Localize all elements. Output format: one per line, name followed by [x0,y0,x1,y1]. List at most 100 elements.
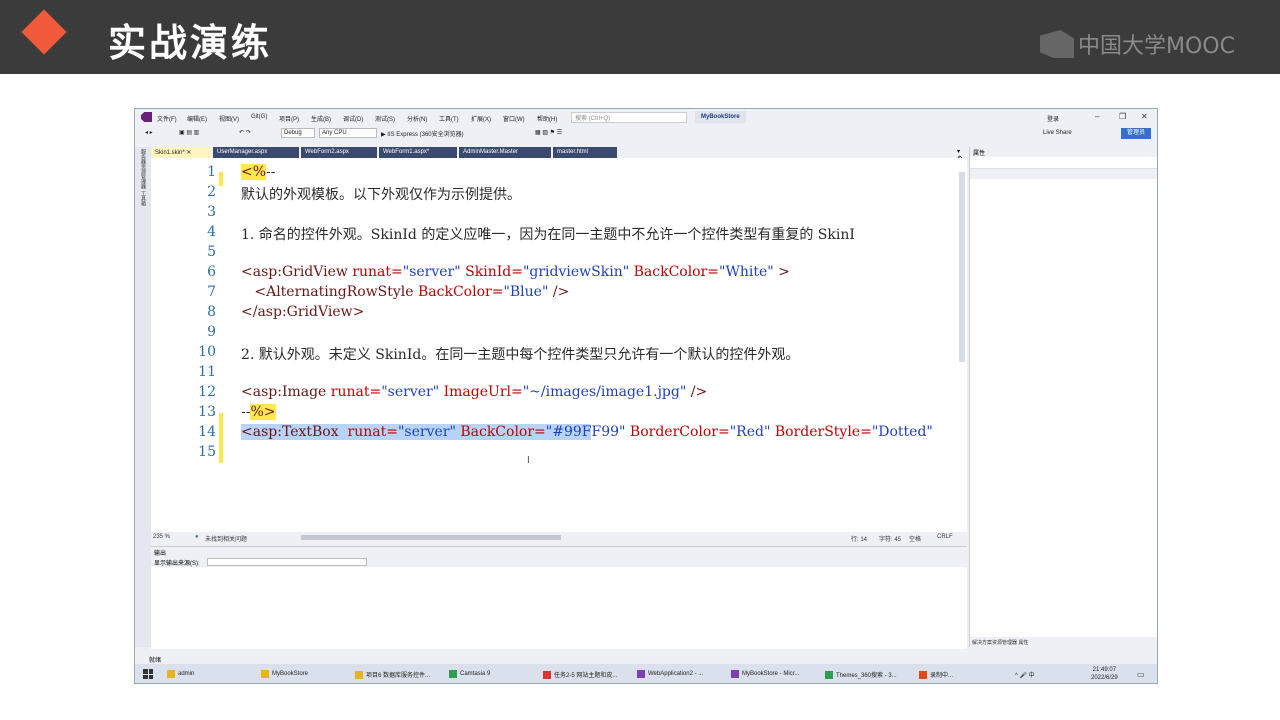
platform-select[interactable]: Any CPU [319,128,377,138]
nav-back-icon[interactable]: ◂ ▸ [145,129,153,136]
code-line[interactable]: 默认的外观模板。以下外观仅作为示例提供。 [241,184,521,204]
vs-logo-icon[interactable] [141,112,152,122]
code-token: /> [552,284,570,300]
code-line[interactable]: <asp:Image runat="server" ImageUrl="~/im… [241,384,707,400]
output-panel: 输出 显示输出来源(S): [151,546,967,649]
tab-usermanager[interactable]: UserManager.aspx [213,147,299,158]
taskbar-item[interactable]: MyBookStore [261,670,308,678]
tab-label: Skin1.skin* [155,150,185,156]
code-token: "gridviewSkin" [522,264,634,280]
menu-build[interactable]: 生成(B) [311,114,331,123]
menu-tools[interactable]: 工具(T) [439,114,459,123]
taskbar-item[interactable]: admin [167,670,194,678]
minimize-icon[interactable]: – [1095,112,1099,121]
menu-bar: 文件(F) 编辑(E) 视图(V) Git(G) 项目(P) 生成(B) 调试(… [135,109,1157,125]
issues-status[interactable]: 未找到相关问题 [205,534,247,543]
code-line[interactable]: <asp:GridView runat="server" SkinId="gri… [241,264,790,280]
tab-webform1[interactable]: WebForm1.aspx* [379,147,457,158]
config-select[interactable]: Debug [281,128,315,138]
menu-window[interactable]: 窗口(W) [503,114,525,123]
menu-debug[interactable]: 调试(D) [343,114,363,123]
zoom-level[interactable]: 235 % [153,534,170,540]
output-title: 输出 [151,547,967,557]
code-token: "White" [719,264,779,280]
windows-taskbar: admin MyBookStore 项目6 数据库服务控件... Camtasi… [135,664,1157,683]
standard-toolbar: ◂ ▸ ▣ ▤ ▥ ↶ ↷ Debug Any CPU ▶ IIS Expres… [135,126,1157,140]
code-token: BorderStyle= [774,424,872,440]
taskbar-item[interactable]: 项目6 数据库服务控件... [355,670,430,679]
menu-file[interactable]: 文件(F) [157,114,177,123]
taskbar-item[interactable]: MyBookStore - Micr... [731,670,799,678]
tab-adminmaster[interactable]: AdminMaster.Master [459,147,551,158]
system-clock[interactable]: 21:49:07 2022/6/29 [1091,666,1118,682]
taskbar-label: admin [178,671,195,677]
code-token: <asp:Image [241,384,331,400]
taskbar-item[interactable]: Camtasia 9 [449,670,490,678]
server-explorer-tab[interactable]: 服务器资源管理器 [140,149,147,189]
output-source-select[interactable] [207,558,367,566]
menu-extensions[interactable]: 扩展(X) [471,114,491,123]
save-icons[interactable]: ▣ ▤ ▥ [179,129,199,136]
vs-icon [731,670,739,678]
code-token: <asp:TextBox [241,424,348,440]
taskbar-item[interactable]: 任务2-5 网站主题和皮... [543,670,617,679]
undo-icon[interactable]: ↶ ↷ [239,129,251,136]
properties-toolbar[interactable] [970,169,1157,179]
run-button[interactable]: ▶ IIS Express (360安全浏览器) [381,129,464,138]
tab-master-html[interactable]: master.html [553,147,617,158]
tab-properties[interactable]: 属性 [1018,640,1028,646]
windows-start-icon[interactable] [143,669,153,679]
code-line[interactable]: <AlternatingRowStyle BackColor="Blue" /> [241,284,569,300]
menu-view[interactable]: 视图(V) [219,114,239,123]
folder-icon [261,670,269,678]
change-marker [219,413,223,463]
line-number: 11 [198,364,216,380]
code-line[interactable]: <%-- [241,164,276,180]
menu-edit[interactable]: 编辑(E) [187,114,207,123]
notification-icon[interactable]: ▭ [1137,670,1145,679]
taskbar-item[interactable]: WebApplication2 - ... [637,670,703,678]
code-editor[interactable]: 1 <%-- 2 默认的外观模板。以下外观仅作为示例提供。 3 4 1. 命名的控件外观。S… [151,158,967,532]
line-number: 2 [207,184,216,200]
menu-help[interactable]: 帮助(H) [537,114,557,123]
taskbar-item[interactable]: Themes_360搜索 - 3... [825,670,897,679]
horizontal-scrollbar[interactable] [301,535,561,540]
tab-skin1[interactable]: Skin1.skin* ✕ [151,147,211,158]
live-share-button[interactable]: Live Share [1043,130,1072,136]
code-line[interactable]: 1. 命名的控件外观。SkinId 的定义应唯一，因为在同一主题中不允许一个控件… [241,224,855,244]
close-icon[interactable]: ✕ [1141,112,1148,121]
tab-solution-explorer[interactable]: 解决方案资源管理器 [972,640,1017,646]
folder-icon [355,670,363,679]
code-token: /> [690,384,708,400]
menu-test[interactable]: 测试(S) [375,114,395,123]
taskbar-item[interactable]: 录制中... [919,670,953,679]
menu-analyze[interactable]: 分析(N) [407,114,427,123]
vertical-scrollbar[interactable] [959,172,965,362]
line-number: 9 [207,324,216,340]
line-number: 14 [198,424,216,440]
diamond-icon [21,9,67,55]
toolbar-misc-icons[interactable]: ▦ ▧ ⚑ ☰ [535,129,562,136]
code-token: "Dotted" [871,424,933,440]
line-number: 12 [198,384,216,400]
whitespace-mode[interactable]: 空格 [909,534,921,543]
toolbox-tab[interactable]: 工具箱 [140,191,147,206]
code-token: "Blue" [503,284,553,300]
properties-panel: 属性 解决方案资源管理器 属性 [969,147,1157,647]
code-line[interactable]: --%> [241,404,276,420]
properties-object-select[interactable] [970,157,1157,169]
code-line[interactable]: <asp:TextBox runat="server" BackColor="#… [241,424,933,440]
search-input[interactable]: 搜索 (Ctrl+Q) [571,112,687,123]
eol-mode[interactable]: CRLF [937,534,953,540]
code-line[interactable]: </asp:GridView> [241,304,364,320]
system-tray[interactable]: ^ 🎤 中 [1015,670,1035,679]
login-link[interactable]: 登录 [1047,114,1059,123]
restore-icon[interactable]: ❐ [1119,112,1126,121]
tab-webform2[interactable]: WebForm2.aspx [301,147,377,158]
menu-git[interactable]: Git(G) [251,114,267,120]
code-line[interactable]: 2. 默认外观。未定义 SkinId。在同一主题中每个控件类型只允许有一个默认的… [241,344,799,364]
menu-project[interactable]: 项目(P) [279,114,299,123]
browser-icon [825,670,833,679]
code-token: F99" [591,424,630,440]
code-token: > [778,264,790,280]
